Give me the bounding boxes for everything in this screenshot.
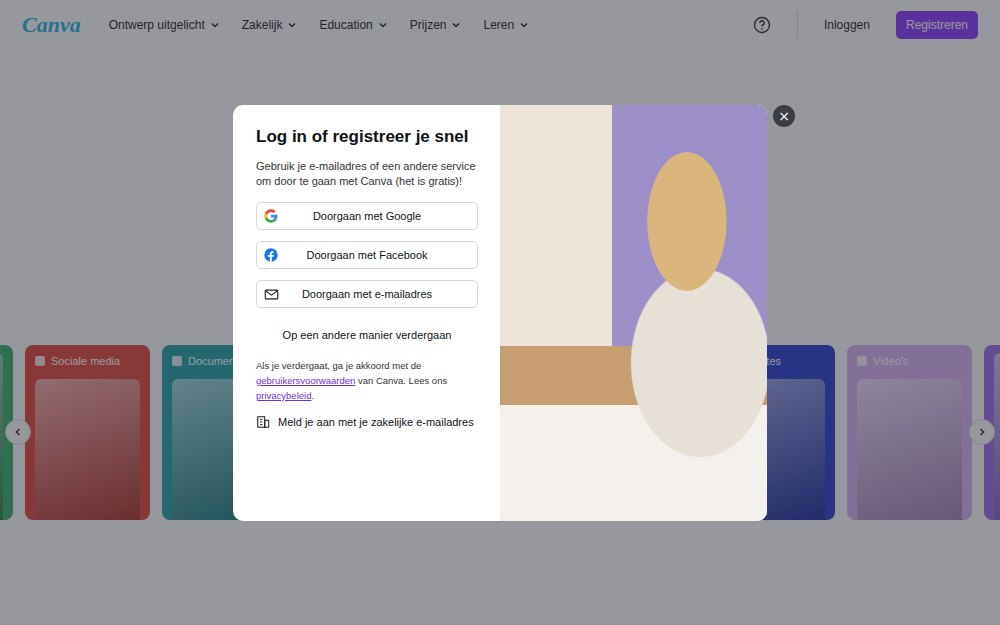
login-modal: Log in of registreer je snel Gebruik je … bbox=[233, 105, 767, 521]
modal-title: Log in of registreer je snel bbox=[256, 127, 478, 147]
close-button[interactable]: × bbox=[773, 105, 795, 127]
building-icon bbox=[256, 415, 270, 429]
legal-link[interactable]: privacybeleid bbox=[256, 390, 311, 401]
modal-subtitle: Gebruik je e-mailadres of een andere ser… bbox=[256, 159, 478, 190]
login-panel: Log in of registreer je snel Gebruik je … bbox=[233, 105, 500, 521]
envelope-icon bbox=[264, 287, 279, 302]
legal-text: Als je verdergaat, ga je akkoord met de … bbox=[256, 359, 478, 403]
google-icon bbox=[264, 209, 278, 223]
legal-link[interactable]: gebruikersvoorwaarden bbox=[256, 375, 355, 386]
facebook-login-button[interactable]: Doorgaan met Facebook bbox=[256, 241, 478, 269]
email-login-button[interactable]: Doorgaan met e-mailadres bbox=[256, 280, 478, 308]
business-email-button[interactable]: Meld je aan met je zakelijke e-mailadres bbox=[256, 415, 478, 429]
page: Canva Ontwerp uitgelicht Zakelijk Educat… bbox=[0, 0, 1000, 625]
facebook-icon bbox=[264, 248, 278, 262]
other-login-button[interactable]: Op een andere manier verdergaan bbox=[256, 325, 478, 345]
promo-photo bbox=[500, 105, 767, 521]
google-login-button[interactable]: Doorgaan met Google bbox=[256, 202, 478, 230]
modal-layer: Log in of registreer je snel Gebruik je … bbox=[0, 0, 1000, 625]
